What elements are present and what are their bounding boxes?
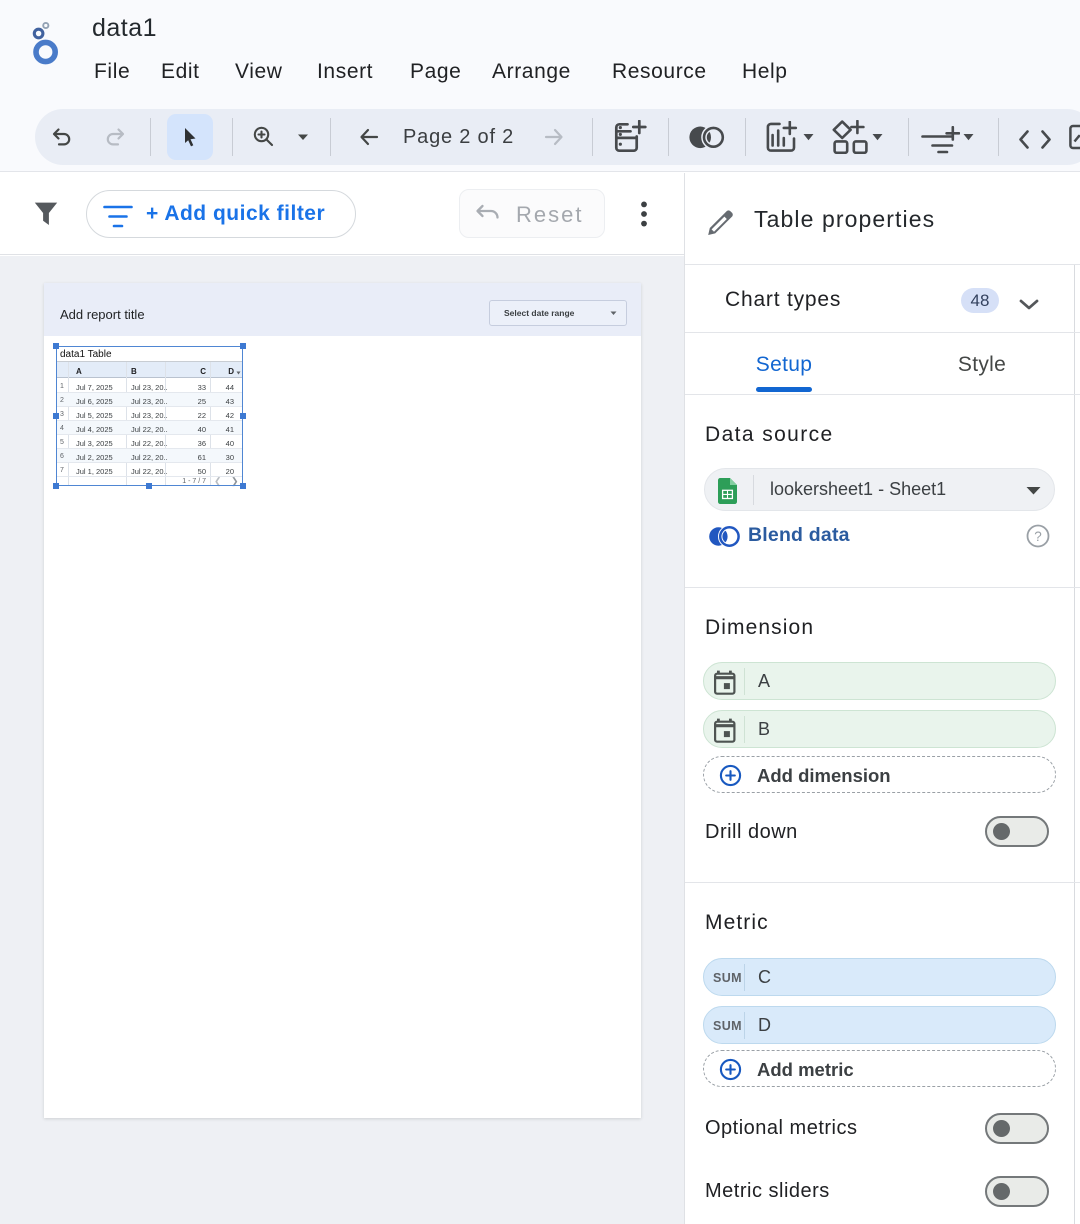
svg-text:?: ? [1034,529,1042,544]
